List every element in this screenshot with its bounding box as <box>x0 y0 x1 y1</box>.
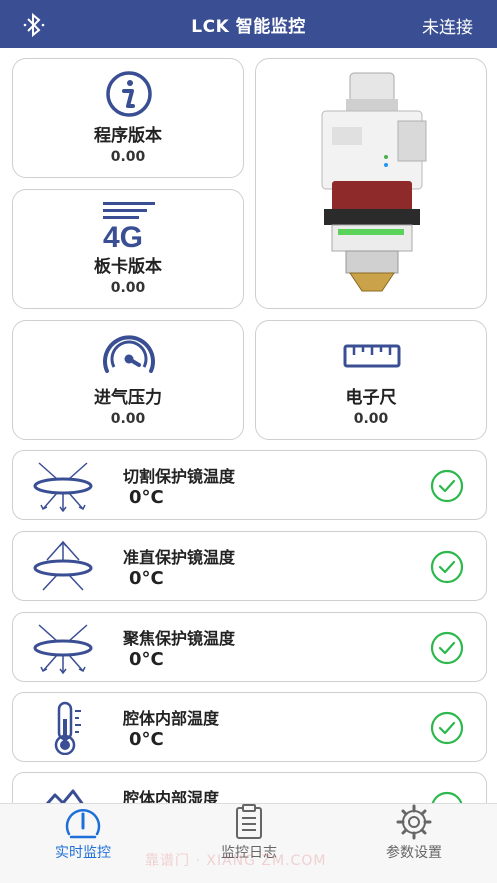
connection-status[interactable]: 未连接 <box>422 13 473 38</box>
gauge-icon <box>65 809 101 839</box>
pressure-gauge-icon <box>103 335 155 373</box>
app-header: LCK 智能监控 未连接 <box>0 0 497 48</box>
board-version-value: 0.00 <box>110 280 146 296</box>
program-version-card[interactable]: 程序版本 0.00 <box>12 58 244 178</box>
intake-pressure-value: 0.00 <box>110 411 146 427</box>
page-title: LCK 智能监控 <box>191 16 306 37</box>
check-circle-icon <box>430 469 464 503</box>
ruler-icon <box>343 344 401 368</box>
gear-icon <box>396 804 432 840</box>
watermark: 靠谱门 · XIANG ZM.COM <box>145 853 327 869</box>
4g-signal-icon: 4G <box>103 202 155 250</box>
lens-arrows-down-icon <box>33 624 93 675</box>
board-version-card[interactable]: 4G 板卡版本 0.00 <box>12 189 244 309</box>
list-item[interactable]: 准直保护镜温度 0°C <box>12 531 487 601</box>
check-circle-icon <box>430 631 464 665</box>
row-value: 0°C <box>129 729 164 750</box>
tab-label: 参数设置 <box>386 845 442 861</box>
row-value: 0°C <box>129 487 164 508</box>
thermometer-icon <box>54 701 81 755</box>
row-value: 0°C <box>129 568 164 589</box>
row-label: 聚焦保护镜温度 <box>123 629 236 648</box>
list-item[interactable]: 切割保护镜温度 0°C <box>12 450 487 520</box>
tab-monitor-log[interactable]: 监控日志 <box>166 804 332 883</box>
check-circle-icon <box>430 711 464 745</box>
row-value: 0°C <box>129 649 164 670</box>
clipboard-icon <box>236 804 262 839</box>
row-label: 腔体内部温度 <box>123 709 220 728</box>
bluetooth-icon[interactable] <box>22 12 46 38</box>
electronic-ruler-label: 电子尺 <box>345 388 397 408</box>
cutting-head-card <box>255 58 487 309</box>
list-item[interactable]: 腔体内部温度 0°C <box>12 692 487 762</box>
cutting-head-image <box>321 72 427 292</box>
list-item[interactable]: 聚焦保护镜温度 0°C <box>12 612 487 682</box>
row-label: 切割保护镜温度 <box>123 467 236 486</box>
board-version-label: 板卡版本 <box>94 257 162 277</box>
4g-icon-text: 4G <box>103 221 143 250</box>
intake-pressure-label: 进气压力 <box>94 388 162 408</box>
intake-pressure-card[interactable]: 进气压力 0.00 <box>12 320 244 440</box>
electronic-ruler-value: 0.00 <box>353 411 389 427</box>
info-icon <box>106 71 152 117</box>
program-version-value: 0.00 <box>110 149 146 165</box>
tab-label: 实时监控 <box>55 845 111 861</box>
lens-arrows-up-icon <box>33 540 93 591</box>
check-circle-icon <box>430 550 464 584</box>
lens-arrows-down-icon <box>33 462 93 513</box>
electronic-ruler-card[interactable]: 电子尺 0.00 <box>255 320 487 440</box>
row-label: 准直保护镜温度 <box>123 548 236 567</box>
program-version-label: 程序版本 <box>94 126 162 146</box>
tab-realtime-monitor[interactable]: 实时监控 <box>0 804 166 883</box>
tab-parameter-settings[interactable]: 参数设置 <box>331 804 497 883</box>
bottom-tab-bar: 实时监控 监控日志 参数设置 <box>0 803 497 883</box>
